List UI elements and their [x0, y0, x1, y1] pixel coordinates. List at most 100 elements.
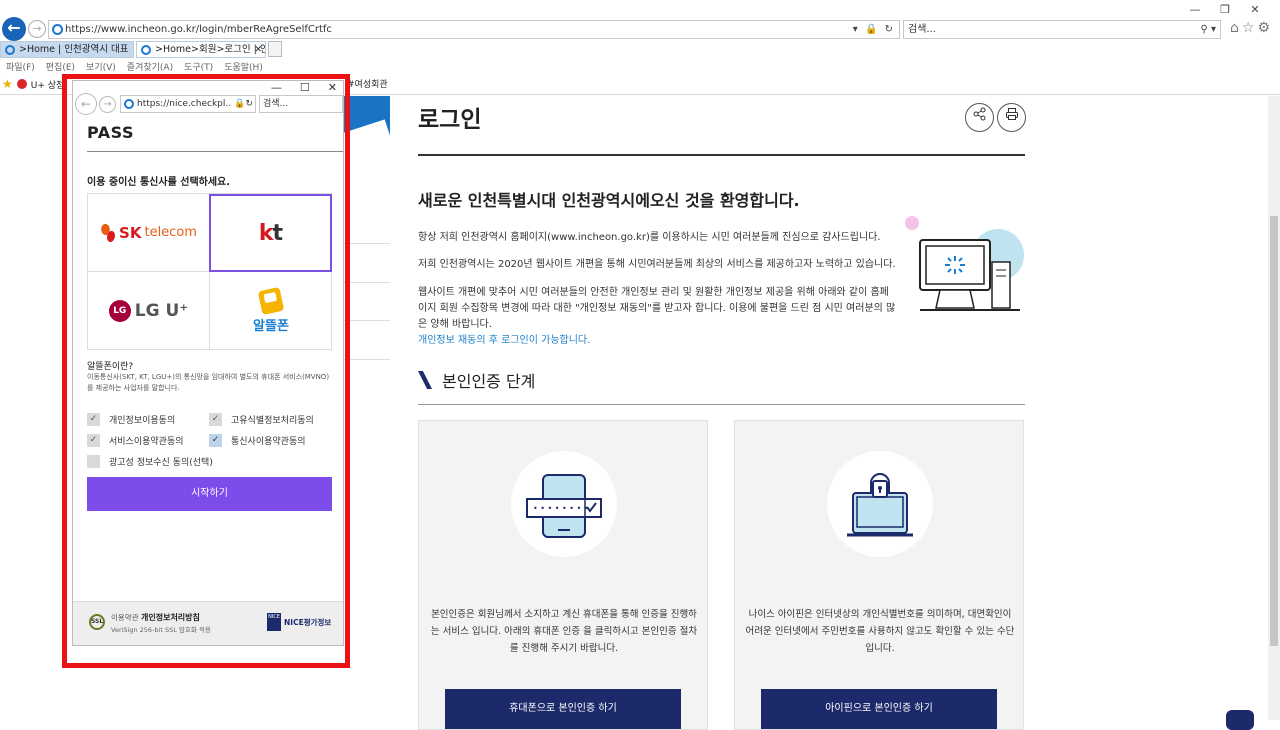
- window-controls: — ❐ ✕: [1180, 2, 1270, 18]
- skt-logo-sub: telecom: [144, 225, 197, 240]
- tab-login[interactable]: >Home>회원>로그인 | 인... ✕: [136, 41, 266, 58]
- ie-icon: [52, 24, 63, 35]
- favorite-item[interactable]: #여성회관: [347, 77, 388, 90]
- terms-link[interactable]: 이용약관: [111, 613, 139, 622]
- svg-text:• • • • • • • •: • • • • • • • •: [533, 504, 589, 513]
- ie-icon: [124, 99, 134, 109]
- menu-tools[interactable]: 도구(T): [184, 60, 213, 73]
- carrier-lgu[interactable]: LG LG U⁺: [88, 272, 210, 350]
- checkbox-icon[interactable]: ✓: [209, 413, 222, 426]
- intro-paragraph: 웹사이트 개편에 맞추어 시민 여러분들의 안전한 개인정보 관리 및 원활한 …: [418, 287, 896, 330]
- start-button[interactable]: 시작하기: [87, 477, 332, 511]
- menu-help[interactable]: 도움말(H): [224, 60, 263, 73]
- mvno-logo: 알뜰폰: [253, 286, 289, 334]
- close-icon[interactable]: ✕: [328, 81, 337, 94]
- divider: [418, 154, 1025, 156]
- menu-file[interactable]: 파일(F): [6, 60, 35, 73]
- new-tab-button[interactable]: [268, 41, 282, 57]
- gear-icon[interactable]: ⚙: [1257, 20, 1273, 36]
- favorites-icon[interactable]: ☆: [1242, 20, 1258, 36]
- menu-bar: 파일(F) 편집(E) 보기(V) 즐겨찾기(A) 도구(T) 도움말(H): [6, 60, 263, 73]
- checkbox-icon[interactable]: ✓: [87, 434, 100, 447]
- carrier-mvno[interactable]: 알뜰폰: [210, 272, 332, 350]
- restore-icon[interactable]: ❐: [1210, 2, 1240, 18]
- menu-favorites[interactable]: 즐겨찾기(A): [127, 60, 173, 73]
- toolbar-icons: ⌂☆⚙: [1230, 20, 1273, 36]
- menu-view[interactable]: 보기(V): [86, 60, 116, 73]
- ssl-seal-icon: SSL: [89, 614, 105, 630]
- phone-auth-button[interactable]: 휴대폰으로 본인인증 하기: [445, 689, 681, 729]
- phone-auth-icon: • • • • • • • •: [526, 474, 602, 538]
- scroll-top-button[interactable]: [1226, 710, 1254, 730]
- popup-search-input[interactable]: 검색...: [259, 95, 343, 113]
- popup-footer: SSL 이용약관 개인정보처리방침 VeriSign 256-bit SSL 암…: [73, 601, 343, 645]
- ie-icon: [141, 45, 151, 55]
- popup-address-bar[interactable]: https://nice.checkpl... 🔒↻: [120, 95, 256, 113]
- forward-button[interactable]: →: [28, 20, 46, 38]
- tab-incheon-home[interactable]: >Home | 인천광역시 대표: [0, 41, 134, 58]
- back-button[interactable]: ←: [75, 93, 97, 115]
- mvno-info-title: 알뜰폰이란?: [87, 362, 134, 372]
- kt-logo: kt: [259, 221, 283, 246]
- agree-unique-id-checkbox[interactable]: ✓ 고유식별정보처리동의: [209, 413, 314, 426]
- tab-label: >Home | 인천광역시 대표: [19, 44, 129, 55]
- address-url: https://www.incheon.go.kr/login/mberReAg…: [65, 24, 332, 35]
- step-heading-text: 본인인증 단계: [442, 372, 536, 391]
- agree-marketing-checkbox[interactable]: 광고성 정보수신 동의(선택): [87, 455, 213, 468]
- uplus-icon: [16, 79, 27, 89]
- mvno-logo-text: 알뜰폰: [253, 318, 289, 334]
- reagree-notice-link[interactable]: 개인정보 재동의 후 로그인이 가능합니다.: [418, 331, 590, 346]
- lock-laptop-icon: [847, 473, 913, 537]
- scrollbar[interactable]: [1268, 96, 1280, 720]
- maximize-icon[interactable]: ☐: [300, 81, 310, 94]
- menu-edit[interactable]: 편집(E): [46, 60, 75, 73]
- close-icon[interactable]: ✕: [1240, 2, 1270, 18]
- ipin-auth-card: 나이스 아이핀은 인터넷상의 개인식별번호를 의미하며, 대면확인이 어려운 인…: [734, 420, 1024, 730]
- share-button[interactable]: [965, 103, 994, 132]
- agree-carrier-terms-checkbox[interactable]: ✓ 통신사이용약관동의: [209, 434, 306, 447]
- popup-window-controls: — ☐ ✕: [271, 81, 337, 94]
- address-tools-icon[interactable]: ▾ 🔒 ↻: [853, 21, 895, 38]
- tab-label: >Home>회원>로그인 | 인...: [155, 44, 266, 55]
- agree-privacy-checkbox[interactable]: ✓ 개인정보이용동의: [87, 413, 175, 426]
- step-heading: 본인인증 단계: [418, 368, 535, 392]
- back-button[interactable]: ←: [2, 17, 26, 41]
- checkbox-label: 통신사이용약관동의: [231, 437, 306, 447]
- favorite-item[interactable]: U+ 상점: [31, 78, 65, 91]
- search-input[interactable]: 검색... ⚲ ▾: [903, 20, 1221, 39]
- print-button[interactable]: [997, 103, 1026, 132]
- privacy-policy-link[interactable]: 개인정보처리방침: [141, 613, 200, 622]
- mvno-info-text: 이동통신사(SKT, KT, LGU+)의 통신망을 임대하여 별도의 휴대폰 …: [87, 373, 330, 392]
- forward-button[interactable]: →: [99, 96, 116, 113]
- carrier-kt[interactable]: kt: [209, 194, 332, 272]
- intro-paragraph: 저희 인천광역시는 2020년 웹사이트 개편을 통해 시민여러분들께 최상의 …: [418, 259, 896, 270]
- search-placeholder: 검색...: [908, 24, 936, 35]
- minimize-icon[interactable]: —: [271, 81, 282, 94]
- close-tab-icon[interactable]: ✕: [254, 42, 262, 57]
- scrollbar-thumb[interactable]: [1270, 216, 1278, 646]
- skt-logo: SK telecom: [100, 222, 197, 244]
- divider: [418, 404, 1025, 405]
- address-bar[interactable]: https://www.incheon.go.kr/login/mberReAg…: [48, 20, 900, 39]
- share-icon: [973, 107, 985, 121]
- checkbox-label: 개인정보이용동의: [109, 416, 176, 426]
- favorites-bar: ★ U+ 상점: [2, 77, 64, 91]
- checkbox-icon[interactable]: ✓: [87, 413, 100, 426]
- checkbox-icon[interactable]: ✓: [209, 434, 222, 447]
- card-description: 본인인증은 회원님께서 소지하고 계신 휴대폰을 통해 인증을 진행하는 서비스…: [430, 609, 698, 654]
- divider: [87, 151, 343, 152]
- carrier-skt[interactable]: SK telecom: [88, 194, 210, 272]
- ipin-auth-button[interactable]: 아이핀으로 본인인증 하기: [761, 689, 997, 729]
- home-icon[interactable]: ⌂: [1230, 20, 1242, 36]
- agree-service-terms-checkbox[interactable]: ✓ 서비스이용약관동의: [87, 434, 184, 447]
- ssl-note: VeriSign 256-bit SSL 암호화 적용: [111, 626, 211, 634]
- minimize-icon[interactable]: —: [1180, 2, 1210, 18]
- search-icon[interactable]: ⚲ ▾: [1200, 21, 1216, 38]
- address-tools-icon[interactable]: 🔒↻: [232, 96, 253, 112]
- card-description: 나이스 아이핀은 인터넷상의 개인식별번호를 의미하며, 대면확인이 어려운 인…: [745, 609, 1015, 654]
- slash-icon: [418, 371, 432, 389]
- checkbox-icon[interactable]: [87, 455, 100, 468]
- checkbox-label: 광고성 정보수신 동의(선택): [109, 458, 213, 468]
- computer-illustration: [905, 216, 1024, 311]
- carrier-grid: SK telecom kt LG LG U⁺ 알뜰폰: [87, 193, 332, 350]
